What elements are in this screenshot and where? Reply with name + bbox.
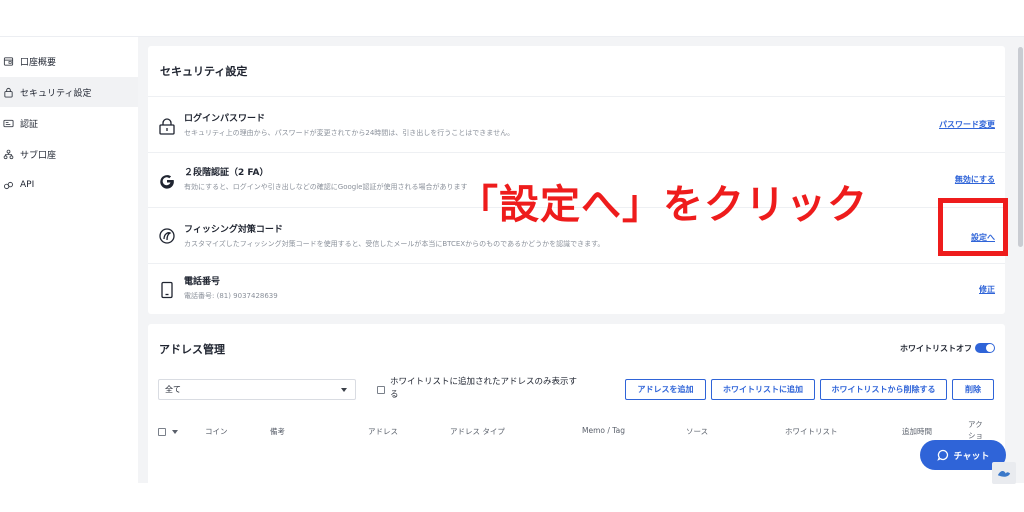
edit-phone-link[interactable]: 修正 [979, 284, 995, 295]
whitelist-toggle-label: ホワイトリストオフ [900, 344, 972, 353]
whitelist-only-checkbox[interactable] [377, 386, 385, 394]
column-header-added-time: 追加時間 [902, 427, 932, 436]
add-to-whitelist-button[interactable]: ホワイトリストに追加 [711, 379, 815, 400]
account-icon [2, 55, 14, 67]
scrollbar-thumb[interactable] [1018, 47, 1023, 247]
sidebar-item-label: API [20, 180, 35, 190]
sidebar-item-account-overview[interactable]: 口座概要 [0, 46, 138, 76]
coin-filter-value: 全て [165, 385, 181, 394]
row-title: フィッシング対策コード [184, 225, 283, 235]
delete-button[interactable]: 削除 [952, 379, 994, 400]
brand-logo-icon [992, 462, 1016, 484]
sidebar-item-label: サブ口座 [20, 150, 57, 161]
anti-phishing-icon [158, 227, 176, 245]
security-row-phone: 電話番号 電話番号: (81) 9037428639 修正 [148, 263, 1005, 314]
sidebar-item-label: セキュリティ設定 [20, 88, 92, 99]
column-header-memo-tag: Memo / Tag [582, 426, 625, 435]
coin-filter-select[interactable]: 全て [158, 379, 356, 400]
sidebar-item-label: 認証 [20, 119, 39, 130]
disable-2fa-link[interactable]: 無効にする [955, 174, 995, 185]
sidebar-item-label: 口座概要 [20, 57, 57, 68]
row-title: ログインパスワード [184, 114, 266, 124]
sidebar-item-verification[interactable]: 認証 [0, 108, 138, 138]
phone-icon [158, 281, 176, 299]
whitelist-toggle[interactable] [975, 343, 995, 353]
sidebar-item-sub-account[interactable]: サブ口座 [0, 139, 138, 169]
column-header-address-type: アドレス タイプ [450, 427, 505, 436]
link-icon [2, 179, 14, 191]
change-password-link[interactable]: パスワード変更 [939, 119, 995, 130]
whitelist-only-label: ホワイトリストに追加されたアドレスのみ表示する [390, 377, 578, 400]
address-management-card [148, 324, 1005, 483]
remove-from-whitelist-button[interactable]: ホワイトリストから削除する [820, 379, 947, 400]
instruction-annotation: 「設定へ」をクリック [458, 182, 868, 228]
select-all-checkbox[interactable] [158, 428, 166, 436]
google-icon [158, 172, 176, 190]
column-header-note: 備考 [270, 427, 285, 436]
top-bar [0, 0, 1024, 37]
chevron-down-icon[interactable] [172, 430, 178, 434]
chevron-down-icon [341, 388, 347, 392]
sub-account-icon [2, 148, 14, 160]
chat-bubble-icon [936, 449, 948, 461]
address-section-title: アドレス管理 [159, 343, 225, 356]
row-title: 電話番号 [184, 277, 221, 287]
column-header-whitelist: ホワイトリスト [785, 427, 838, 436]
phone-number: 電話番号: (81) 9037428639 [184, 292, 278, 300]
id-card-icon [2, 117, 14, 129]
scrollbar[interactable] [1016, 37, 1024, 483]
sidebar: 口座概要 セキュリティ設定 認証 サブ口座 API [0, 37, 138, 483]
lock-icon [2, 86, 14, 98]
add-address-button[interactable]: アドレスを追加 [625, 379, 706, 400]
security-row-login-password: ログインパスワード セキュリティ上の理由から、パスワードが変更されてから24時間… [148, 96, 1005, 152]
column-header-coin: コイン [205, 427, 228, 436]
sidebar-item-security[interactable]: セキュリティ設定 [0, 77, 138, 107]
row-description: セキュリティ上の理由から、パスワードが変更されてから24時間は、引き出しを行うこ… [184, 129, 515, 137]
row-description: 有効にすると、ログインや引き出しなどの確認にGoogle認証が使用される場合があ… [184, 183, 468, 191]
column-header-source: ソース [686, 427, 709, 436]
chat-label: チャット [953, 451, 990, 462]
page-frame: 口座概要 セキュリティ設定 認証 サブ口座 API セキュリティ設定 ログインパ… [0, 37, 1024, 483]
row-description: カスタマイズしたフィッシング対策コードを使用すると、受信したメールが本当にBTC… [184, 240, 605, 248]
column-header-address: アドレス [368, 427, 398, 436]
row-title: ２段階認証（2 FA） [184, 168, 269, 178]
sidebar-item-api[interactable]: API [0, 170, 138, 200]
highlight-box [938, 198, 1008, 256]
lock-icon [158, 118, 176, 136]
security-section-title: セキュリティ設定 [160, 65, 248, 78]
